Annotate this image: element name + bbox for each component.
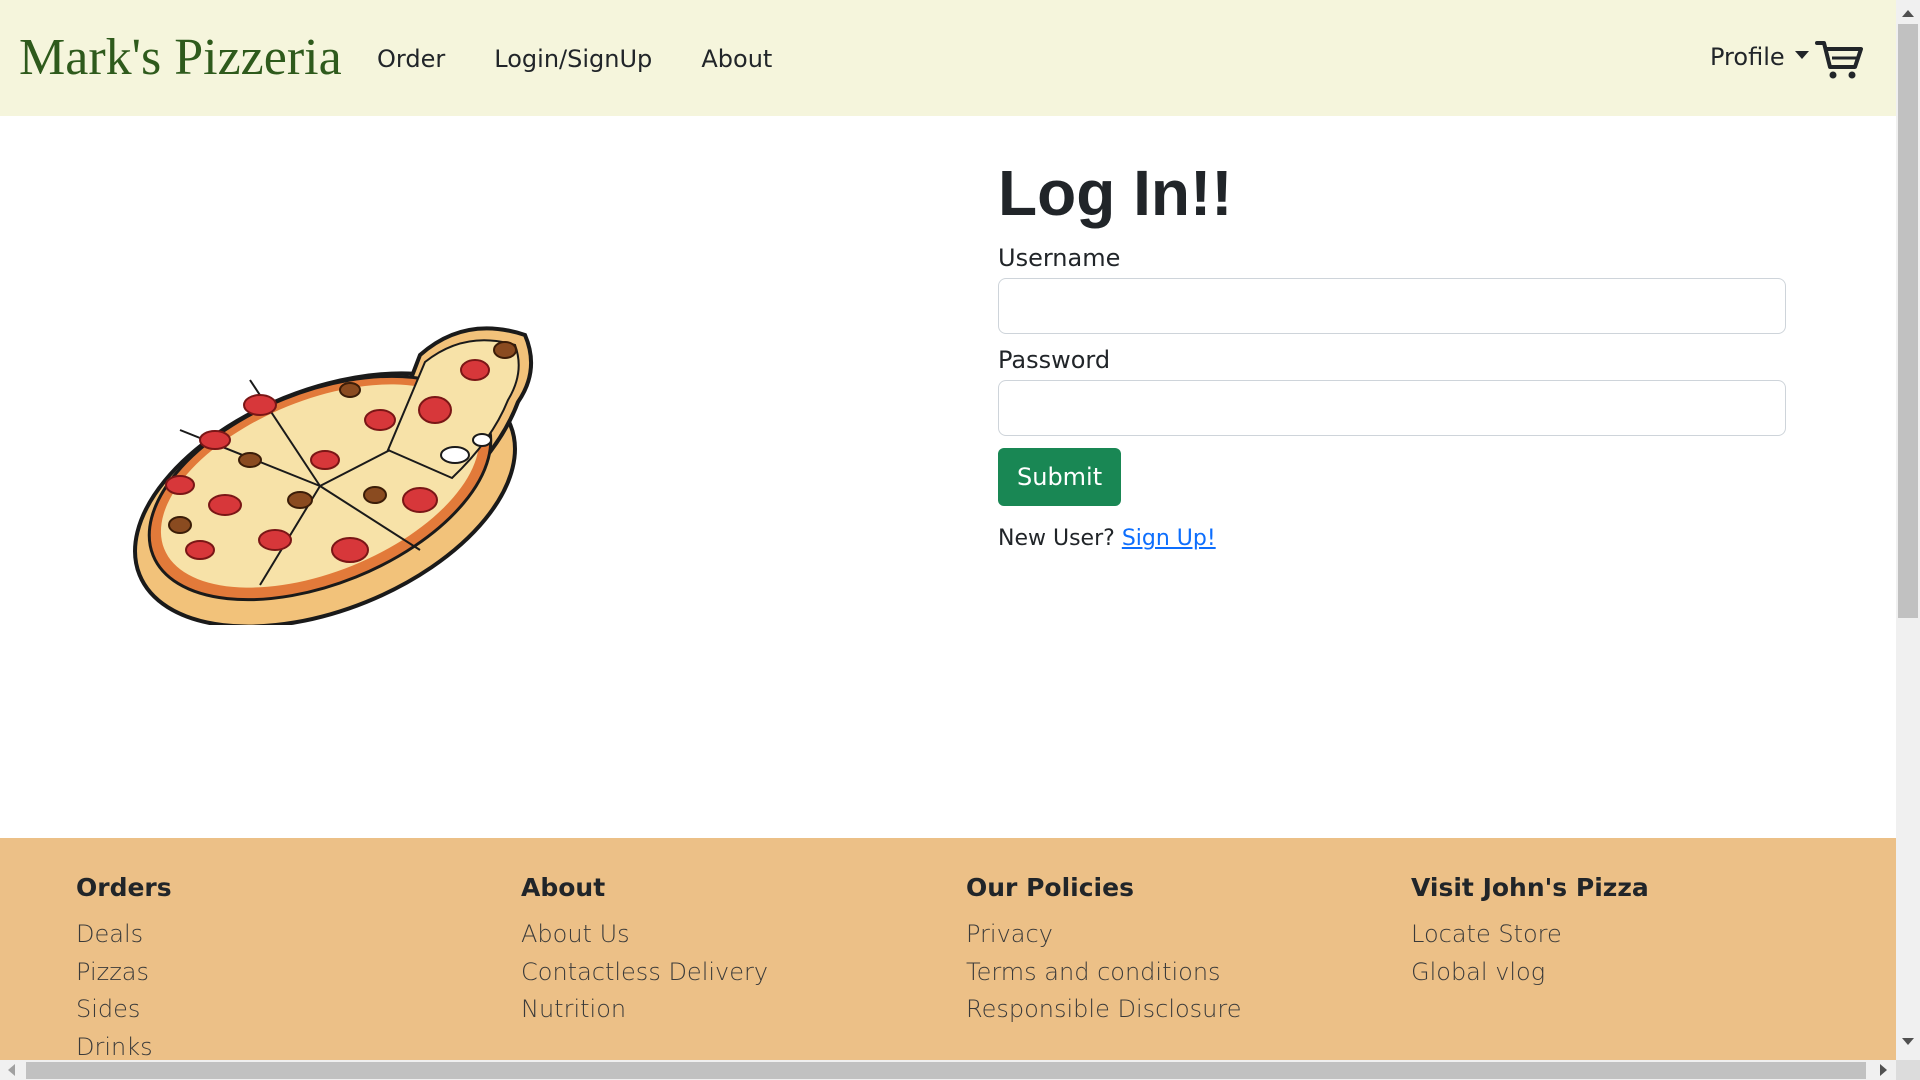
scroll-left-arrow-icon[interactable] — [8, 1064, 15, 1076]
password-label: Password — [998, 346, 1111, 374]
scrollbar-corner — [1896, 1060, 1920, 1080]
new-user-prompt: New User? Sign Up! — [998, 524, 1788, 554]
brand-logo[interactable]: Mark's Pizzeria — [19, 26, 342, 90]
cart-icon[interactable] — [1815, 38, 1863, 80]
password-input[interactable] — [998, 380, 1786, 436]
footer-link-privacy[interactable]: Privacy — [966, 916, 1241, 954]
navbar: Mark's Pizzeria Order Login/SignUp About… — [0, 0, 1896, 116]
submit-button[interactable]: Submit — [998, 448, 1122, 506]
footer-link-pizzas[interactable]: Pizzas — [76, 954, 172, 992]
sign-up-link[interactable]: Sign Up! — [1122, 526, 1216, 551]
username-input[interactable] — [998, 278, 1786, 334]
footer-heading: Visit John's Pizza — [1411, 873, 1649, 902]
footer-link-locate-store[interactable]: Locate Store — [1411, 916, 1649, 954]
caret-down-icon — [1794, 51, 1809, 59]
footer-heading: Our Policies — [966, 873, 1134, 902]
new-user-text: New User? — [998, 526, 1115, 551]
username-label: Username — [998, 244, 1121, 272]
footer-link-contactless-delivery[interactable]: Contactless Delivery — [521, 954, 768, 992]
footer-link-global-vlog[interactable]: Global vlog — [1411, 954, 1649, 992]
footer-column-policies: Our Policies Privacy Terms and condition… — [966, 870, 1241, 1029]
vertical-scrollbar-thumb[interactable] — [1898, 24, 1918, 618]
pizza-illustration — [133, 326, 534, 625]
nav-links: Order Login/SignUp About — [377, 42, 816, 76]
profile-label: Profile — [1710, 43, 1785, 71]
horizontal-scrollbar-thumb[interactable] — [26, 1062, 1866, 1079]
footer-link-terms[interactable]: Terms and conditions — [966, 954, 1241, 992]
footer-link-sides[interactable]: Sides — [76, 991, 172, 1029]
footer-heading: About — [521, 873, 606, 902]
footer-link-deals[interactable]: Deals — [76, 916, 172, 954]
footer-link-responsible-disclosure[interactable]: Responsible Disclosure — [966, 991, 1241, 1029]
page-title: Log In!! — [998, 157, 1233, 229]
footer-heading: Orders — [76, 873, 172, 902]
footer: Orders Deals Pizzas Sides Drinks About A… — [0, 838, 1896, 1060]
nav-link-about[interactable]: About — [701, 42, 772, 76]
scroll-down-arrow-icon[interactable] — [1902, 1038, 1914, 1045]
login-form: Log In!! Username Password Submit New Us… — [998, 150, 1788, 554]
scroll-up-arrow-icon[interactable] — [1902, 10, 1914, 17]
nav-link-order[interactable]: Order — [377, 42, 445, 76]
footer-column-visit: Visit John's Pizza Locate Store Global v… — [1411, 870, 1649, 991]
nav-link-login-signup[interactable]: Login/SignUp — [494, 42, 652, 76]
footer-link-drinks[interactable]: Drinks — [76, 1029, 172, 1061]
footer-column-about: About About Us Contactless Delivery Nutr… — [521, 870, 768, 1029]
scroll-right-arrow-icon[interactable] — [1880, 1064, 1887, 1076]
footer-link-about-us[interactable]: About Us — [521, 916, 768, 954]
footer-column-orders: Orders Deals Pizzas Sides Drinks — [76, 870, 172, 1060]
profile-dropdown[interactable]: Profile — [1710, 40, 1809, 74]
footer-link-nutrition[interactable]: Nutrition — [521, 991, 768, 1029]
